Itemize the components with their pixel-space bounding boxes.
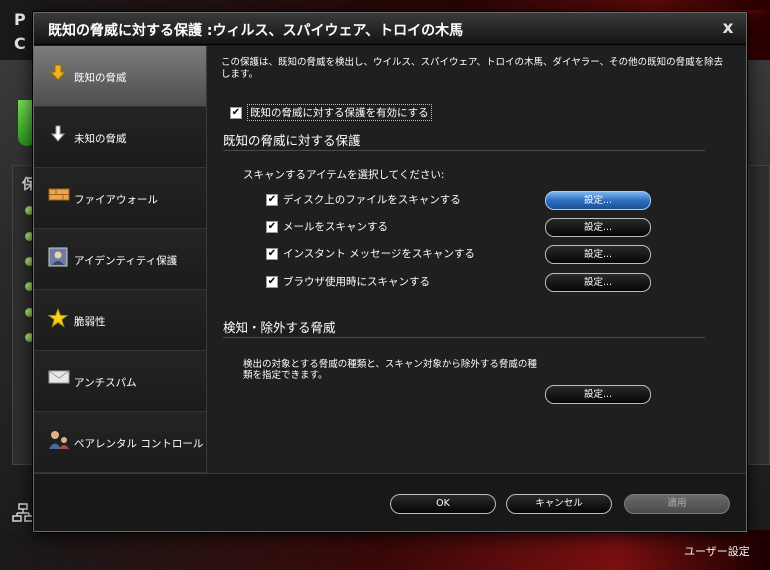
checkbox-checked-icon[interactable]: ✔: [266, 220, 278, 233]
parent-child-icon: [48, 430, 69, 450]
section-title-known-protection: 既知の脅威に対する保護: [223, 133, 361, 148]
user-settings-link[interactable]: ユーザー設定: [684, 543, 750, 559]
sidebar-item-label: 既知の脅威: [74, 72, 127, 84]
ok-button[interactable]: OK: [390, 494, 496, 514]
scan-files-checkbox[interactable]: ✔ ディスク上のファイルをスキャンする: [266, 192, 461, 207]
scan-browser-settings-button[interactable]: 設定...: [545, 273, 651, 292]
download-arrow-icon: [48, 64, 68, 84]
envelope-icon: [48, 369, 70, 389]
section-divider: [223, 150, 705, 151]
section-title-detect-exclude: 検知・除外する脅威: [223, 320, 336, 335]
down-arrow-icon: [48, 125, 68, 145]
sidebar-item-unknown-threats[interactable]: 未知の脅威: [34, 107, 206, 168]
checkbox-checked-icon[interactable]: ✔: [266, 193, 278, 206]
cancel-button[interactable]: キャンセル: [506, 494, 612, 514]
scan-item-label: インスタント メッセージをスキャンする: [283, 248, 475, 260]
title-bar: 既知の脅威に対する保護 :ウィルス、スパイウェア、トロイの木馬 x: [34, 13, 746, 45]
sidebar-item-label: ファイアウォール: [74, 194, 158, 206]
background-letter: C: [14, 34, 26, 53]
background-letter: P: [14, 10, 26, 29]
firewall-brick-icon: [48, 186, 70, 206]
sidebar-item-label: アイデンティティ保護: [74, 255, 178, 267]
sidebar-item-identity[interactable]: アイデンティティ保護: [34, 229, 206, 290]
content-panel: この保護は、既知の脅威を検出し、ウイルス、スパイウェア、トロイの木馬、ダイヤラー…: [206, 46, 746, 473]
sidebar-item-antispam[interactable]: アンチスパム: [34, 351, 206, 412]
dialog-footer: OK キャンセル 適用: [34, 473, 746, 531]
checkbox-checked-icon[interactable]: ✔: [230, 106, 242, 119]
dialog-title: 既知の脅威に対する保護 :ウィルス、スパイウェア、トロイの木馬: [48, 23, 464, 39]
checkbox-checked-icon[interactable]: ✔: [266, 247, 278, 260]
scan-mail-checkbox[interactable]: ✔ メールをスキャンする: [266, 219, 388, 234]
sidebar-item-known-threats[interactable]: 既知の脅威: [34, 46, 206, 107]
background-panel-right: [748, 165, 770, 465]
sidebar-item-label: 未知の脅威: [74, 133, 127, 145]
exclude-settings-button[interactable]: 設定...: [545, 385, 651, 404]
scan-browser-checkbox[interactable]: ✔ ブラウザ使用時にスキャンする: [266, 274, 430, 289]
scan-item-label: メールをスキャンする: [283, 221, 388, 233]
enable-protection-label: 既知の脅威に対する保護を有効にする: [247, 104, 432, 121]
sidebar-item-label: 脆弱性: [74, 316, 106, 328]
background-footer: [0, 530, 770, 570]
scan-files-settings-button[interactable]: 設定...: [545, 191, 651, 210]
network-icon[interactable]: [12, 503, 34, 523]
sidebar: 既知の脅威 未知の脅威 ファイアウォール アイデンティティ保護 脆弱性 アンチス…: [34, 46, 206, 473]
scan-items-prompt: スキャンするアイテムを選択してください:: [243, 169, 445, 181]
star-icon: [47, 307, 69, 328]
sidebar-item-label: アンチスパム: [74, 377, 137, 389]
sidebar-item-firewall[interactable]: ファイアウォール: [34, 168, 206, 229]
scan-item-label: ブラウザ使用時にスキャンする: [283, 276, 430, 288]
description-text: この保護は、既知の脅威を検出し、ウイルス、スパイウェア、トロイの木馬、ダイヤラー…: [221, 57, 724, 80]
apply-button[interactable]: 適用: [624, 494, 730, 514]
settings-dialog: 既知の脅威に対する保護 :ウィルス、スパイウェア、トロイの木馬 x 既知の脅威 …: [33, 12, 747, 532]
checkbox-checked-icon[interactable]: ✔: [266, 275, 278, 288]
close-icon[interactable]: x: [718, 18, 738, 38]
exclude-description: 検出の対象とする脅威の種類と、スキャン対象から除外する脅威の種類を指定できます。: [243, 359, 537, 381]
enable-protection-checkbox[interactable]: ✔ 既知の脅威に対する保護を有効にする: [230, 104, 432, 121]
sidebar-item-vulnerability[interactable]: 脆弱性: [34, 290, 206, 351]
sidebar-item-parental-control[interactable]: ペアレンタル コントロール: [34, 412, 206, 473]
section-divider: [223, 337, 705, 338]
scan-im-checkbox[interactable]: ✔ インスタント メッセージをスキャンする: [266, 246, 475, 261]
scan-im-settings-button[interactable]: 設定...: [545, 245, 651, 264]
sidebar-item-label: ペアレンタル コントロール: [74, 438, 204, 450]
scan-mail-settings-button[interactable]: 設定...: [545, 218, 651, 237]
scan-item-label: ディスク上のファイルをスキャンする: [283, 194, 461, 206]
id-card-icon: [48, 247, 68, 267]
